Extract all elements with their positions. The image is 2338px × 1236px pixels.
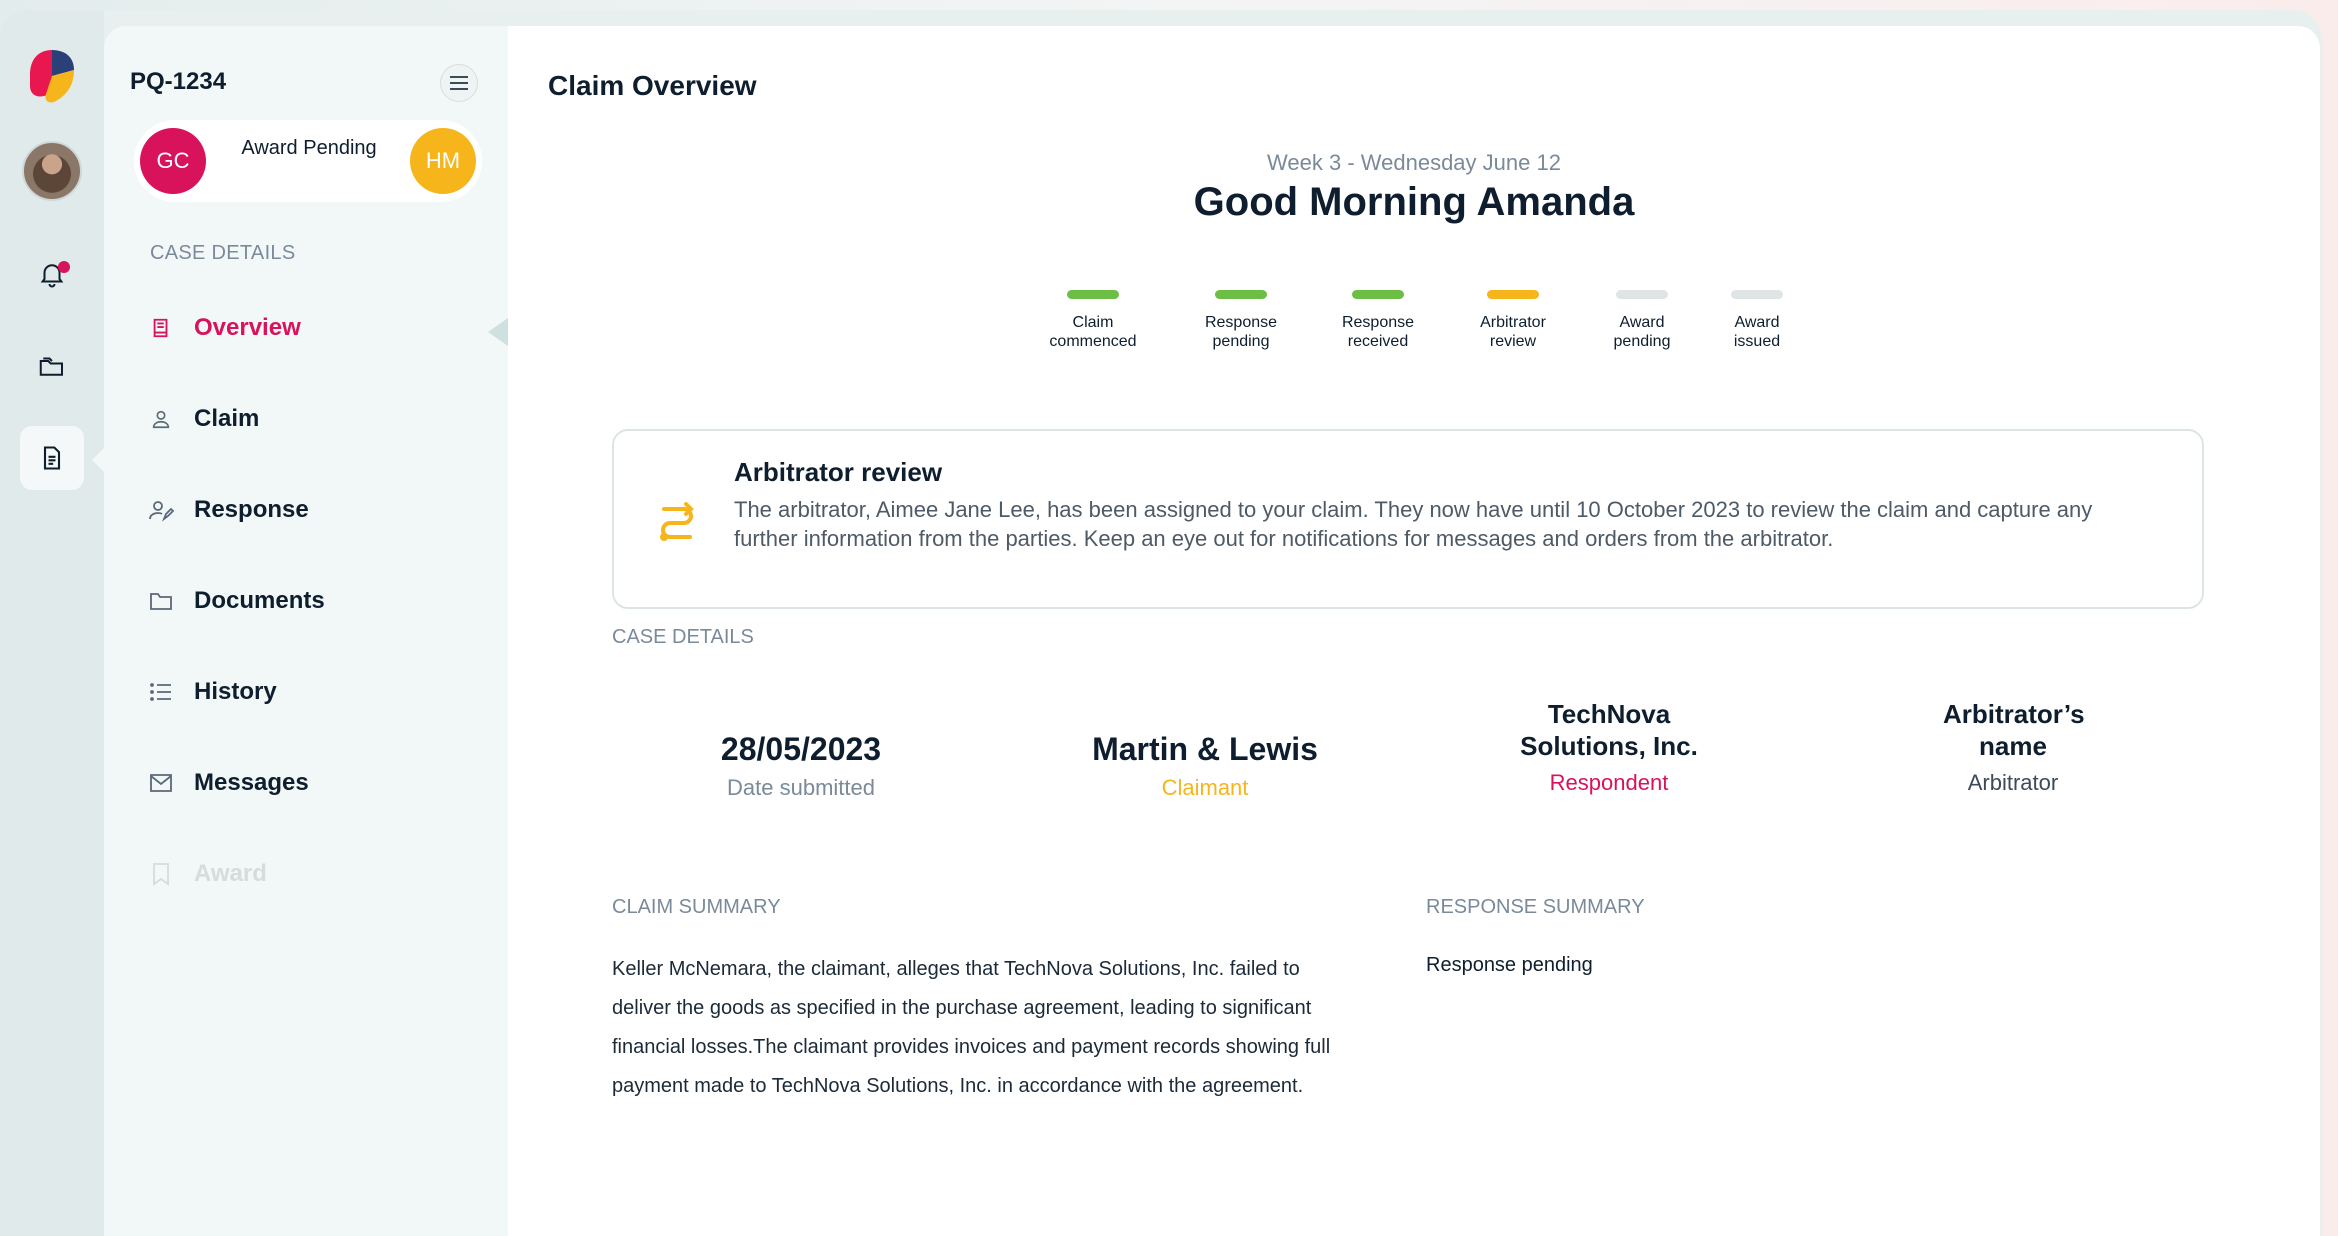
sidebar-item-award: Award (148, 854, 267, 894)
sidebar-item-claim[interactable]: Claim (148, 399, 259, 439)
person-edit-icon (148, 497, 174, 523)
detail-value: TechNova Solutions, Inc. (1520, 699, 1698, 761)
greeting: Good Morning Amanda (1193, 180, 1635, 224)
step-label: Response (1204, 314, 1278, 331)
detail-value: Martin & Lewis (1092, 731, 1318, 767)
detail-arbitrator: Arbitrator’s name Arbitrator (1883, 698, 2143, 796)
detail-respondent: TechNova Solutions, Inc. Respondent (1479, 698, 1739, 796)
cases-button[interactable] (20, 334, 84, 398)
main-content: Claim Overview Week 3 - Wednesday June 1… (508, 26, 2320, 1236)
notification-dot (58, 261, 70, 273)
active-item-indicator (488, 318, 508, 346)
sidebar-item-history[interactable]: History (148, 672, 277, 712)
step-label: Arbitrator (1480, 314, 1546, 331)
progress-stepper: Claim commenced Response pending Respons… (508, 290, 2320, 370)
step-bar (1067, 290, 1119, 299)
step-bar (1487, 290, 1539, 299)
sidebar-item-messages[interactable]: Messages (148, 763, 309, 803)
step-label: Award (1619, 314, 1665, 331)
folders-icon (39, 357, 63, 376)
response-summary-heading: RESPONSE SUMMARY (1426, 896, 1645, 918)
detail-label: Respondent (1549, 770, 1669, 795)
respondent-avatar[interactable]: HM (410, 128, 476, 194)
step-label: Award (1734, 314, 1780, 331)
sidebar-item-response[interactable]: Response (148, 490, 309, 530)
case-id: PQ-1234 (130, 68, 227, 95)
step-claim-commenced: Claim commenced (1033, 290, 1153, 351)
detail-value: Arbitrator’s name (1943, 699, 2085, 761)
claim-summary-text: Keller McNemara, the claimant, alleges t… (612, 958, 1331, 1097)
alert-title: Arbitrator review (734, 457, 943, 487)
case-details-heading: CASE DETAILS (150, 242, 296, 264)
step-label: received (1347, 333, 1409, 350)
sidebar-item-label: Overview (194, 314, 301, 341)
case-status-label: Award Pending (241, 137, 377, 159)
detail-label: Date submitted (727, 775, 875, 800)
step-response-pending: Response pending (1181, 290, 1301, 351)
case-sidebar: PQ-1234 GC Award Pending HM CASE DETAILS… (104, 26, 508, 1236)
step-award-issued: Award issued (1697, 290, 1817, 351)
step-bar (1731, 290, 1783, 299)
route-icon (660, 502, 694, 541)
sidebar-item-label: History (194, 678, 277, 705)
step-label: pending (1212, 333, 1270, 350)
step-arbitrator-review: Arbitrator review (1453, 290, 1573, 351)
step-label: issued (1733, 333, 1781, 350)
icon-rail (0, 10, 104, 1236)
claim-summary-heading: CLAIM SUMMARY (612, 896, 781, 918)
step-label: review (1489, 333, 1537, 350)
step-label: Claim (1072, 314, 1114, 331)
sidebar-item-label: Award (194, 860, 267, 887)
book-icon (148, 315, 174, 341)
mail-icon (148, 770, 174, 796)
step-bar (1215, 290, 1267, 299)
detail-label: Claimant (1161, 775, 1249, 800)
claimant-avatar[interactable]: GC (140, 128, 206, 194)
sidebar-item-label: Response (194, 496, 309, 523)
step-award-pending: Award pending (1582, 290, 1702, 351)
claim-document-button[interactable] (20, 426, 84, 490)
menu-button[interactable] (440, 64, 478, 102)
hamburger-icon (450, 76, 468, 90)
step-label: pending (1613, 333, 1671, 350)
status-alert-card: Arbitrator review The arbitrator, Aimee … (612, 429, 2204, 609)
response-summary-text: Response pending (1426, 954, 1593, 976)
sidebar-item-label: Messages (194, 769, 309, 796)
case-status-pill: GC Award Pending HM (134, 120, 482, 202)
app-frame: PQ-1234 GC Award Pending HM CASE DETAILS… (0, 10, 2322, 1236)
step-bar (1616, 290, 1668, 299)
app-logo-icon[interactable] (26, 46, 78, 106)
step-label: commenced (1049, 333, 1137, 350)
detail-claimant: Martin & Lewis Claimant (1075, 731, 1335, 801)
case-details-heading: CASE DETAILS (612, 626, 754, 648)
detail-date-submitted: 28/05/2023 Date submitted (671, 731, 931, 801)
page-title: Claim Overview (548, 70, 757, 101)
sidebar-item-label: Claim (194, 405, 260, 432)
detail-label: Arbitrator (1967, 770, 2059, 795)
list-icon (148, 679, 174, 705)
user-avatar[interactable] (22, 141, 82, 201)
week-date: Week 3 - Wednesday June 12 (1267, 150, 1561, 175)
step-label: Response (1341, 314, 1415, 331)
detail-value: 28/05/2023 (720, 731, 882, 767)
notifications-button[interactable] (20, 242, 84, 306)
step-bar (1352, 290, 1404, 299)
document-icon (43, 446, 61, 470)
folder-icon (148, 588, 174, 614)
person-icon (148, 406, 174, 432)
step-response-received: Response received (1318, 290, 1438, 351)
sidebar-item-overview[interactable]: Overview (148, 308, 301, 348)
rail-active-pointer (92, 448, 104, 472)
sidebar-item-documents[interactable]: Documents (148, 581, 325, 621)
bookmark-icon (148, 861, 174, 887)
sidebar-item-label: Documents (194, 587, 325, 614)
alert-body: The arbitrator, Aimee Jane Lee, has been… (734, 497, 2093, 551)
